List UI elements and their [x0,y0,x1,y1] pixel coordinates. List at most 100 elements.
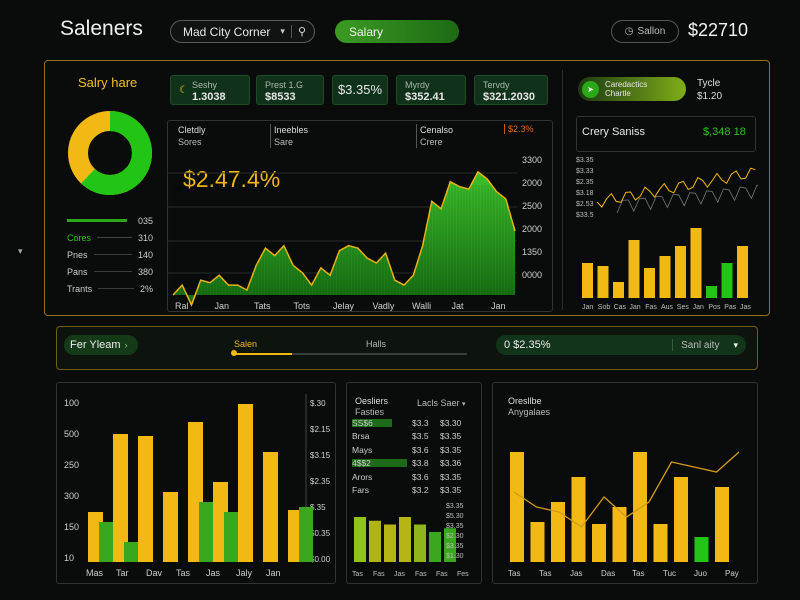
x-tick-label: Mas [86,568,104,578]
amount-value: 0 $2.35% [504,339,551,351]
table-row[interactable]: Brsa $3.5 $3.35 [352,430,476,444]
y-tick-label: 2500 [522,201,542,211]
row-value: $3.2 [412,485,429,496]
slider1-rest [292,353,467,355]
legend-label: Cores [67,232,92,243]
x-tick-label: Jelay [333,301,355,311]
status-label: Sallon [637,26,666,37]
row-value: $3.6 [412,471,429,482]
row-value: $3.36 [440,458,462,469]
stat-label: Myrdy [405,80,430,90]
bar [399,517,411,562]
x-tick-label: Vadly [373,301,395,311]
bar [628,240,640,298]
bar [694,537,709,562]
x-tick-label: Fas [415,571,427,578]
x-tick-label: Jan [629,304,640,311]
y-tick-label: $2.30 [446,533,464,540]
legend-row: 035 [67,212,153,229]
x-tick-label: Jan [693,304,704,311]
table-row[interactable]: Arors $3.6 $3.35 [352,470,476,484]
legend-label: Pnes [67,249,88,260]
table-row[interactable]: Mays $3.6 $3.35 [352,443,476,457]
x-tick-label: Fas [436,571,448,578]
x-tick-label: Fas [373,571,385,578]
stat-card-2[interactable]: Prest 1.G $8533 [256,75,324,105]
x-tick-label: Jas [206,568,221,578]
bar [163,492,178,562]
legend-row: Pans 380 [67,263,153,280]
status-button[interactable]: ◷ Sallon [611,20,679,43]
info-value: $1.20 [697,91,723,102]
bar [124,542,138,562]
slider1-thumb[interactable] [231,350,237,356]
y-tick-label: 3300 [522,155,542,165]
y-tick-label: $3.35 [576,157,594,164]
filter-select[interactable]: Fer Yleam › [64,335,138,355]
y-tick-label: $2.53 [576,201,594,208]
y-tick-label: $0.00 [310,555,331,564]
x-tick-label: Tas [508,569,520,578]
row-value: $3.35 [440,471,462,482]
bar [675,246,686,298]
col1-title: Oesliers Fasties [355,396,388,418]
table-row[interactable]: 4$$2 $3.8 $3.36 [352,457,476,471]
amount-field[interactable]: 0 $2.35% Sanl aity ▾ [496,335,746,355]
stat-card-1[interactable]: ☾ Seshy 1.3038 [170,75,250,105]
table-row[interactable]: SS$6 $3.3 $3.30 [352,416,476,430]
row-label: Arors [352,471,373,482]
legend-value: 035 [137,215,153,226]
location-select-value: Mad City Corner [183,24,271,39]
bar [690,228,702,298]
stat-value: $352.41 [405,91,445,103]
bottom-left-chart: 100 500 250 300 150 10 $.30 $2.15 $3.15 $2.35 $.35… [56,382,336,584]
x-tick-label: Pos [708,304,721,311]
legend-row: Pnes 140 [67,246,153,263]
y-tick-label: 500 [64,429,79,439]
legend-value: 140 [137,249,153,260]
row-value: $3.8 [412,458,429,469]
x-tick-label: Jaly [236,568,253,578]
user-icon[interactable]: ⚲ [298,25,306,38]
y-tick-label: $1.30 [446,553,464,560]
slider1-label: Salen [234,339,258,349]
x-tick-label: Jas [394,571,405,578]
location-select[interactable]: Mad City Corner ▾ ⚲ [170,20,315,43]
bar [659,256,671,298]
chart-toggle[interactable]: ➤ Caredactics Chartle [578,77,686,101]
bar [674,477,688,562]
header-line: Ineebles [274,125,309,135]
bar [263,452,278,562]
legend-bar [98,288,134,289]
bar [354,517,366,562]
stat-value: 1.3038 [191,91,226,103]
x-tick-label: Fes [457,571,469,578]
y-tick-label: 300 [64,491,79,501]
bar [571,477,586,562]
chevron-down-icon[interactable]: ▾ [18,246,23,257]
bar [737,246,748,298]
x-tick-label: Jas [740,304,751,311]
x-tick-label: Tuc [663,569,676,578]
bar [644,268,655,298]
x-tick-label: Tas [176,568,191,578]
bar [138,436,153,562]
row-value: $3.35 [440,444,462,455]
slider1-track[interactable] [232,353,292,355]
stat-card-5[interactable]: Tervdy $321.2030 [474,75,548,105]
bar [633,452,647,562]
header-line: Cletdly [178,125,206,135]
bar [530,522,545,562]
panel-divider [562,70,563,310]
table-row[interactable]: Fars $3.2 $3.35 [352,484,476,498]
tab-salary[interactable]: Salary [335,20,459,43]
donut-legend: 035 Cores 310 Pnes 140 Pans 380 Trants 2% [67,212,153,297]
moon-icon: ☾ [179,85,188,96]
x-tick-label: Tats [254,301,271,311]
x-tick-label: Sob [598,304,611,311]
dropdown-label: Sanl aity [681,339,720,351]
stat-card-4[interactable]: Myrdy $352.41 [396,75,466,105]
y-tick-label: 250 [64,460,79,470]
x-tick-label: Tas [539,569,551,578]
stat-card-3[interactable]: $3.35% [332,75,388,105]
